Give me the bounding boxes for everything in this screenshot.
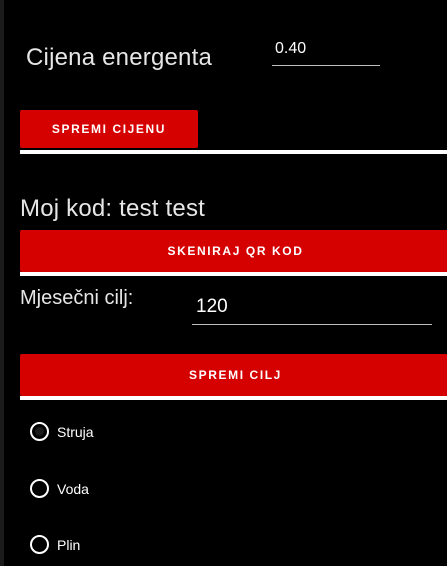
divider-price <box>20 150 447 154</box>
divider-goal <box>20 396 447 400</box>
monthly-goal-input-value: 120 <box>196 296 228 317</box>
radio-label-struja: Struja <box>57 423 94 440</box>
price-input[interactable]: 0.40 <box>272 40 380 66</box>
save-goal-button[interactable]: SPREMI CILJ <box>20 354 447 396</box>
radio-dot-icon <box>35 427 44 436</box>
monthly-goal-input-underline <box>192 324 432 325</box>
divider-scan <box>20 272 447 276</box>
radio-label-plin: Plin <box>57 536 81 553</box>
radio-option-plin[interactable]: Plin <box>30 535 80 554</box>
scan-qr-button[interactable]: SKENIRAJ QR KOD <box>20 230 447 272</box>
price-label: Cijena energenta <box>26 44 213 71</box>
save-price-button[interactable]: SPREMI CIJENU <box>20 110 198 148</box>
save-price-button-label: SPREMI CIJENU <box>51 122 167 136</box>
price-input-underline <box>272 65 380 66</box>
radio-checked-icon <box>30 422 49 441</box>
save-goal-button-label: SPREMI CILJ <box>189 368 282 382</box>
app-screen: Cijena energenta 0.40 SPREMI CIJENU Moj … <box>0 0 447 566</box>
radio-unchecked-icon <box>30 479 49 498</box>
radio-option-voda[interactable]: Voda <box>30 479 89 498</box>
monthly-goal-label: Mjesečni cilj: <box>20 287 134 309</box>
radio-unchecked-icon <box>30 535 49 554</box>
my-code-label: Moj kod: test test <box>20 195 206 222</box>
monthly-goal-input[interactable]: 120 <box>192 296 432 325</box>
price-input-value: 0.40 <box>275 40 307 57</box>
scan-qr-button-label: SKENIRAJ QR KOD <box>167 244 304 258</box>
radio-label-voda: Voda <box>57 480 89 497</box>
radio-option-struja[interactable]: Struja <box>30 422 94 441</box>
